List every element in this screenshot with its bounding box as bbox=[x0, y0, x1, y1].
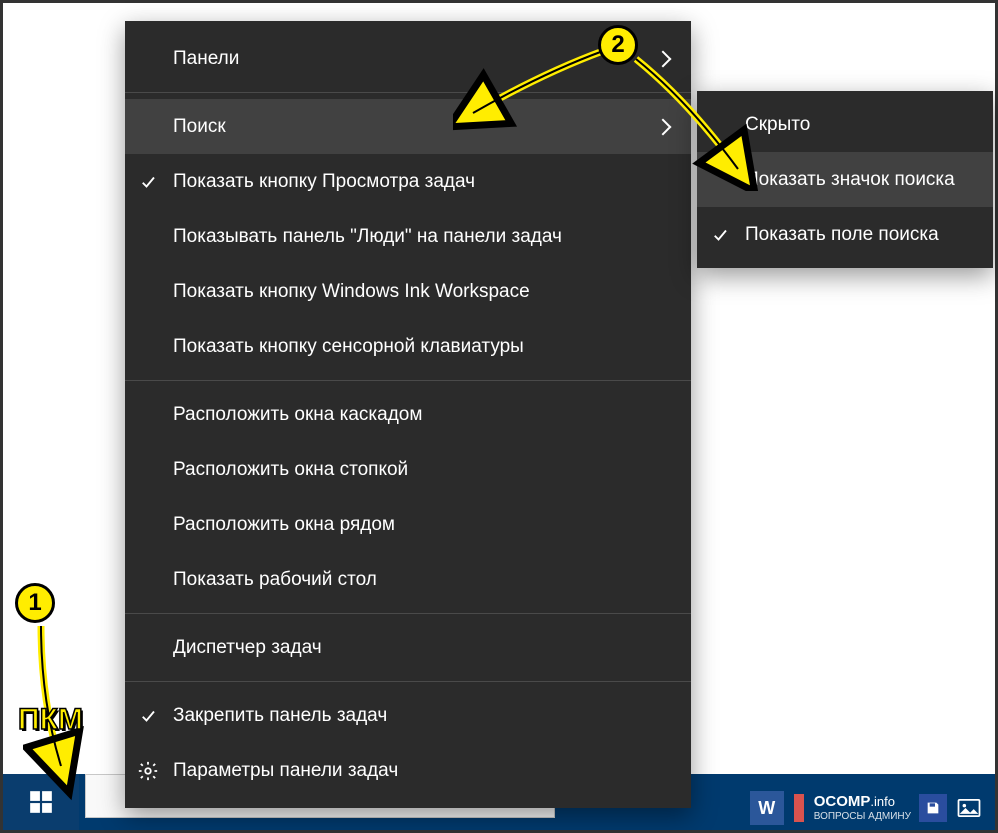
checkmark-icon bbox=[711, 226, 729, 244]
submenu-item-show-field[interactable]: Показать поле поиска bbox=[697, 207, 993, 262]
menu-item-task-manager[interactable]: Диспетчер задач bbox=[125, 620, 691, 675]
menu-item-taskbar-settings[interactable]: Параметры панели задач bbox=[125, 743, 691, 798]
menu-item-people[interactable]: Показывать панель "Люди" на панели задач bbox=[125, 209, 691, 264]
menu-separator bbox=[125, 613, 691, 614]
menu-label: Панели bbox=[173, 48, 239, 70]
menu-label: Расположить окна рядом bbox=[173, 514, 395, 536]
checkmark-icon bbox=[139, 707, 157, 725]
menu-item-lock-taskbar[interactable]: Закрепить панель задач bbox=[125, 688, 691, 743]
word-icon: W bbox=[750, 791, 784, 825]
red-accent-icon bbox=[792, 792, 806, 824]
menu-label: Показать рабочий стол bbox=[173, 569, 377, 591]
menu-label: Показать поле поиска bbox=[745, 224, 939, 246]
watermark-subtitle: ВОПРОСЫ АДМИНУ bbox=[814, 811, 911, 822]
submenu-item-show-icon[interactable]: Показать значок поиска bbox=[697, 152, 993, 207]
menu-item-show-desktop[interactable]: Показать рабочий стол bbox=[125, 552, 691, 607]
menu-label: Показывать панель "Люди" на панели задач bbox=[173, 226, 562, 248]
save-icon bbox=[919, 794, 947, 822]
watermark-brand: OCOMP bbox=[814, 793, 871, 810]
annotation-pkm-label: ПКМ bbox=[18, 703, 83, 737]
menu-item-stacked[interactable]: Расположить окна стопкой bbox=[125, 442, 691, 497]
menu-label: Расположить окна стопкой bbox=[173, 459, 408, 481]
menu-label: Скрыто bbox=[745, 114, 810, 136]
menu-label: Показать кнопку сенсорной клавиатуры bbox=[173, 336, 524, 358]
menu-item-cascade[interactable]: Расположить окна каскадом bbox=[125, 387, 691, 442]
menu-label: Поиск bbox=[173, 116, 226, 138]
menu-separator bbox=[125, 380, 691, 381]
menu-label: Показать кнопку Просмотра задач bbox=[173, 171, 475, 193]
submenu-item-hidden[interactable]: Скрыто bbox=[697, 97, 993, 152]
image-icon bbox=[955, 794, 983, 822]
menu-item-touch-keyboard[interactable]: Показать кнопку сенсорной клавиатуры bbox=[125, 319, 691, 374]
menu-separator bbox=[125, 681, 691, 682]
search-submenu: Скрыто Показать значок поиска Показать п… bbox=[697, 91, 993, 268]
menu-item-task-view[interactable]: Показать кнопку Просмотра задач bbox=[125, 154, 691, 209]
taskbar-right-watermark: W OCOMP.info ВОПРОСЫ АДМИНУ bbox=[750, 791, 983, 825]
taskbar-context-menu: Панели Поиск Показать кнопку Просмотра з… bbox=[125, 21, 691, 808]
menu-separator bbox=[125, 92, 691, 93]
watermark-tld: .info bbox=[870, 794, 895, 809]
menu-item-side-by-side[interactable]: Расположить окна рядом bbox=[125, 497, 691, 552]
checkmark-icon bbox=[139, 173, 157, 191]
annotation-callout-2: 2 bbox=[598, 25, 638, 65]
menu-label: Закрепить панель задач bbox=[173, 705, 387, 727]
menu-label: Показать кнопку Windows Ink Workspace bbox=[173, 281, 530, 303]
menu-item-search[interactable]: Поиск bbox=[125, 99, 691, 154]
menu-label: Показать значок поиска bbox=[745, 169, 955, 191]
menu-label: Диспетчер задач bbox=[173, 637, 322, 659]
annotation-callout-1: 1 bbox=[15, 583, 55, 623]
menu-label: Параметры панели задач bbox=[173, 760, 398, 782]
gear-icon bbox=[137, 760, 159, 782]
menu-item-ink[interactable]: Показать кнопку Windows Ink Workspace bbox=[125, 264, 691, 319]
menu-label: Расположить окна каскадом bbox=[173, 404, 422, 426]
start-button[interactable] bbox=[3, 774, 79, 830]
